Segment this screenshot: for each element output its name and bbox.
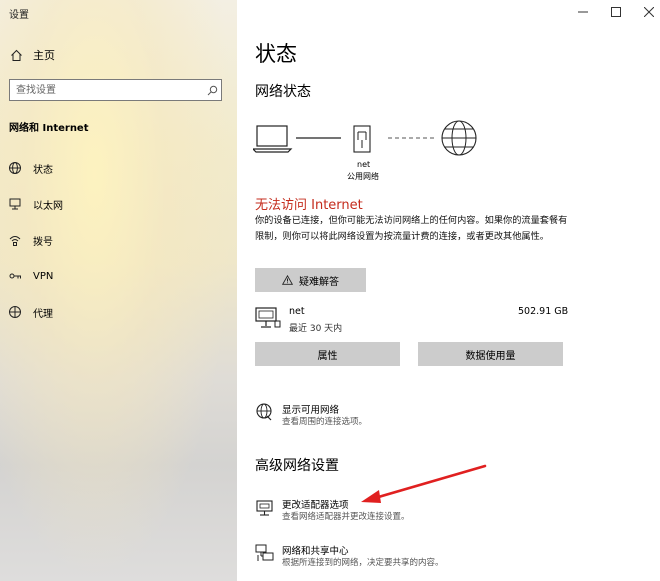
status-description: 你的设备已连接，但你可能无法访问网络上的任何内容。如果你的流量套餐有限制，则你可… (255, 215, 568, 242)
sharing-center-icon (255, 544, 274, 561)
status-icon (8, 161, 22, 175)
adapter-options-subtitle: 查看网络适配器并更改连接设置。 (282, 512, 410, 522)
sidebar-item-vpn[interactable]: VPN (0, 264, 237, 288)
troubleshoot-label: 疑难解答 (299, 276, 339, 288)
section-header: 网络和 Internet (9, 123, 89, 134)
search-input[interactable] (10, 80, 203, 100)
sharing-center-link[interactable]: 网络和共享中心 根据所连接到的网络，决定要共享的内容。 (255, 543, 495, 571)
properties-button[interactable]: 属性 (255, 342, 400, 366)
search-icon[interactable] (203, 80, 221, 100)
sidebar-item-dialup[interactable]: 拨号 (0, 228, 237, 252)
connection-name: net (289, 306, 305, 317)
proxy-icon (8, 305, 22, 319)
sharing-center-title: 网络和共享中心 (282, 546, 349, 557)
diagram-network-name: net (357, 160, 371, 169)
router-icon (353, 125, 371, 153)
laptop-icon (253, 125, 293, 153)
advanced-settings-title: 高级网络设置 (255, 458, 339, 474)
adapter-icon (256, 500, 273, 516)
show-networks-subtitle: 查看周围的连接选项。 (282, 417, 368, 427)
app-title: 设置 (9, 10, 29, 21)
sidebar-item-label: 拨号 (33, 236, 53, 248)
sidebar-item-label: 以太网 (33, 200, 63, 212)
sidebar-item-label: VPN (33, 270, 54, 282)
search-box[interactable] (9, 79, 222, 101)
connection-time: 最近 30 天内 (289, 324, 343, 334)
sidebar-item-status[interactable]: 状态 (0, 156, 237, 180)
data-usage-button[interactable]: 数据使用量 (418, 342, 563, 366)
vpn-icon (8, 269, 22, 283)
show-networks-title: 显示可用网络 (282, 405, 340, 416)
network-status-title: 网络状态 (255, 84, 311, 100)
diagram-network-type: 公用网络 (347, 172, 379, 181)
ethernet-icon (8, 197, 22, 211)
globe-icon (441, 120, 477, 156)
ethernet-connection-icon (255, 307, 281, 328)
sidebar-item-label: 状态 (33, 164, 53, 176)
sidebar-item-ethernet[interactable]: 以太网 (0, 192, 237, 216)
sidebar-item-proxy[interactable]: 代理 (0, 300, 237, 324)
minimize-icon (578, 11, 588, 13)
page-title: 状态 (255, 42, 297, 66)
close-icon (644, 7, 654, 17)
nav-home-label: 主页 (33, 49, 55, 62)
status-heading: 无法访问 Internet (255, 198, 363, 213)
warning-icon (282, 275, 293, 285)
globe-network-icon (256, 403, 272, 421)
connection-usage: 502.91 GB (518, 306, 569, 317)
show-networks-link[interactable]: 显示可用网络 查看周围的连接选项。 (255, 402, 455, 430)
dialup-icon (8, 233, 22, 247)
sidebar-item-label: 代理 (33, 308, 53, 320)
sidebar: 设置 主页 网络和 Internet 状态 以太网 拨号 VP (0, 0, 237, 581)
adapter-options-title: 更改适配器选项 (282, 500, 349, 511)
sharing-center-subtitle: 根据所连接到的网络，决定要共享的内容。 (282, 558, 444, 568)
home-icon (9, 48, 23, 62)
annotation-arrow (361, 464, 487, 503)
troubleshoot-button[interactable]: 疑难解答 (255, 268, 366, 292)
nav-home[interactable]: 主页 (0, 44, 237, 66)
close-button[interactable] (630, 0, 660, 24)
maximize-icon (611, 7, 621, 17)
